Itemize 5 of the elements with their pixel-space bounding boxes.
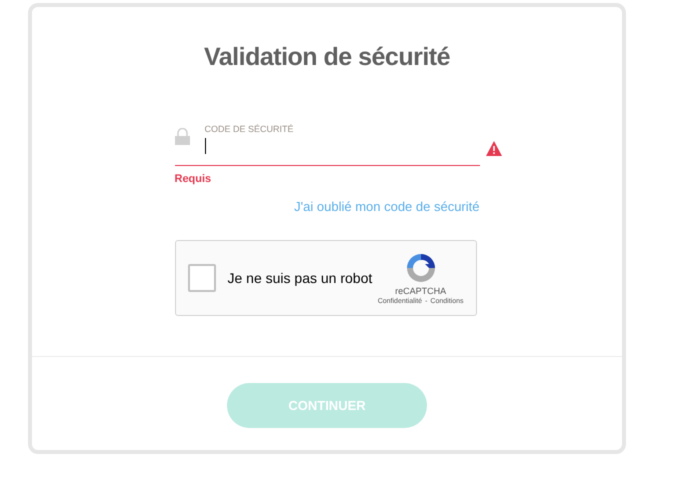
page-title: Validation de sécurité <box>204 43 450 72</box>
captcha-label: Je ne suis pas un robot <box>228 270 374 286</box>
error-message: Requis <box>174 173 212 185</box>
captcha-brand: reCAPTCHA <box>395 286 446 296</box>
field-label: CODE DE SÉCURITÉ <box>204 124 295 134</box>
